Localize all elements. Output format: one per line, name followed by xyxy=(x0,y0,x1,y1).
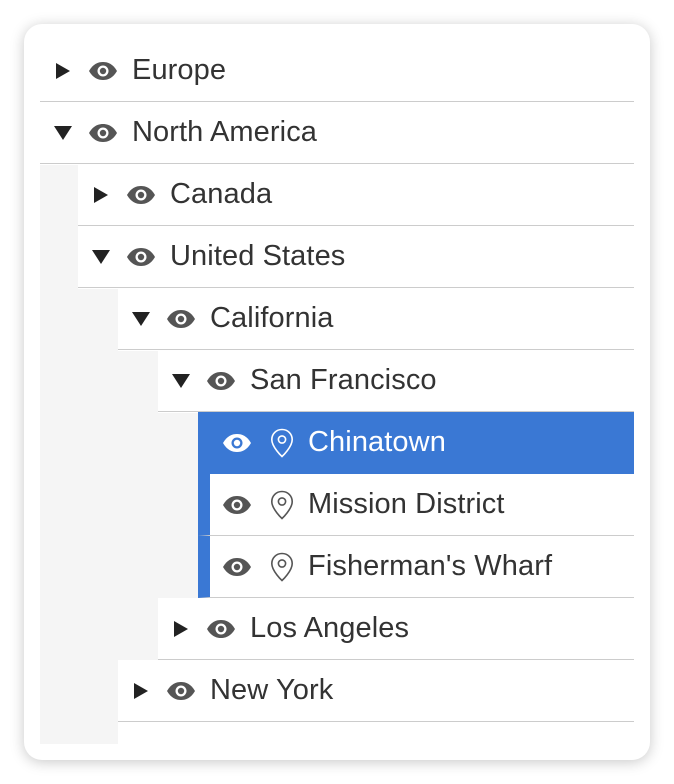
caret-right-icon[interactable] xyxy=(170,618,192,640)
tree-node-fishermans-wharf[interactable]: Fisherman's Wharf xyxy=(198,536,634,598)
eye-icon[interactable] xyxy=(206,370,236,392)
caret-down-icon[interactable] xyxy=(130,308,152,330)
eye-icon[interactable] xyxy=(222,556,252,578)
tree-node-new-york[interactable]: New York xyxy=(118,660,634,722)
caret-down-icon[interactable] xyxy=(52,122,74,144)
eye-icon[interactable] xyxy=(88,122,118,144)
map-pin-icon xyxy=(270,490,294,520)
eye-icon[interactable] xyxy=(126,184,156,206)
indent-band-united-states xyxy=(78,289,118,744)
tree-node-label: Fisherman's Wharf xyxy=(308,550,553,582)
indent-band-san-francisco xyxy=(158,413,198,600)
caret-down-icon[interactable] xyxy=(170,370,192,392)
caret-down-icon[interactable] xyxy=(90,246,112,268)
tree-node-los-angeles[interactable]: Los Angeles xyxy=(158,598,634,660)
tree-node-label: New York xyxy=(210,674,334,706)
eye-icon[interactable] xyxy=(126,246,156,268)
location-tree: Europe North America Canada United State… xyxy=(40,40,634,744)
tree-node-label: United States xyxy=(170,240,346,272)
tree-node-mission-district[interactable]: Mission District xyxy=(198,474,634,536)
tree-node-label: Canada xyxy=(170,178,273,210)
caret-right-icon[interactable] xyxy=(130,680,152,702)
eye-icon[interactable] xyxy=(222,432,252,454)
tree-node-label: Europe xyxy=(132,54,227,86)
tree-panel: Europe North America Canada United State… xyxy=(24,24,650,760)
map-pin-icon xyxy=(270,552,294,582)
tree-node-label: Chinatown xyxy=(308,426,446,458)
tree-node-label: Los Angeles xyxy=(250,612,410,644)
tree-node-united-states[interactable]: United States xyxy=(78,226,634,288)
tree-node-california[interactable]: California xyxy=(118,288,634,350)
map-pin-icon xyxy=(270,428,294,458)
caret-right-icon[interactable] xyxy=(90,184,112,206)
indent-band-california xyxy=(118,351,158,662)
eye-icon[interactable] xyxy=(166,680,196,702)
eye-icon[interactable] xyxy=(206,618,236,640)
tree-node-label: San Francisco xyxy=(250,364,437,396)
eye-icon[interactable] xyxy=(222,494,252,516)
tree-node-canada[interactable]: Canada xyxy=(78,164,634,226)
tree-node-north-america[interactable]: North America xyxy=(40,102,634,164)
tree-node-san-francisco[interactable]: San Francisco xyxy=(158,350,634,412)
tree-node-label: California xyxy=(210,302,334,334)
indent-band-north-america xyxy=(40,165,78,744)
tree-node-chinatown[interactable]: Chinatown xyxy=(198,412,634,474)
tree-node-europe[interactable]: Europe xyxy=(40,40,634,102)
eye-icon[interactable] xyxy=(88,60,118,82)
tree-node-label: North America xyxy=(132,116,318,148)
caret-right-icon[interactable] xyxy=(52,60,74,82)
eye-icon[interactable] xyxy=(166,308,196,330)
tree-node-label: Mission District xyxy=(308,488,505,520)
